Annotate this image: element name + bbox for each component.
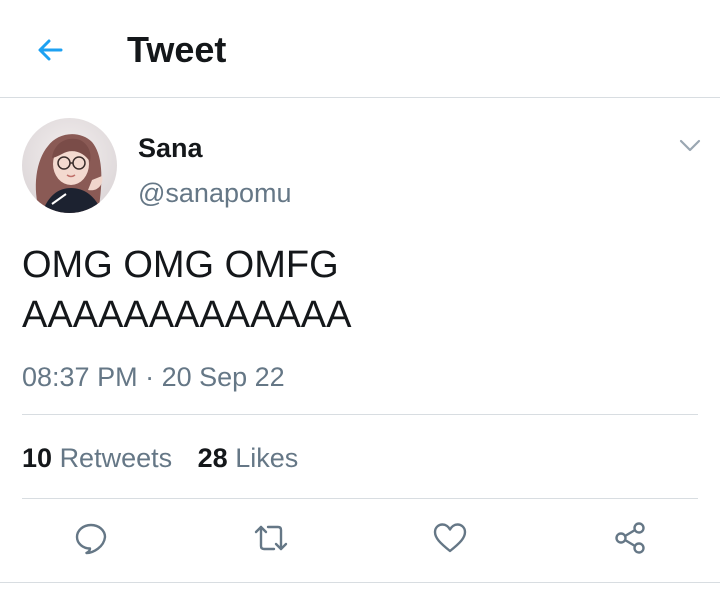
back-button[interactable] xyxy=(30,30,70,70)
tweet-text-line: OMG OMG OMFG xyxy=(22,244,339,286)
reply-button[interactable] xyxy=(71,518,111,558)
engagement-stats: 10 Retweets 28 Likes xyxy=(22,441,298,475)
divider xyxy=(0,582,720,583)
tweet-date: 20 Sep 22 xyxy=(161,362,285,392)
reply-icon xyxy=(75,523,107,555)
likes-label: Likes xyxy=(235,443,299,473)
share-icon xyxy=(615,522,645,554)
likes-count: 28 xyxy=(197,443,228,473)
likes-stat[interactable]: 28 Likes xyxy=(198,441,299,475)
avatar[interactable] xyxy=(22,118,117,213)
chevron-down-icon xyxy=(679,139,701,152)
tweet-text: OMG OMG OMFG AAAAAAAAAAAAA xyxy=(22,240,702,340)
divider xyxy=(22,414,698,415)
more-options-button[interactable] xyxy=(676,132,704,160)
author-handle[interactable]: @sanapomu xyxy=(138,176,292,210)
divider xyxy=(22,498,698,499)
top-app-bar: Tweet xyxy=(0,0,720,98)
page-title: Tweet xyxy=(127,29,227,70)
like-button[interactable] xyxy=(430,518,470,558)
retweets-label: Retweets xyxy=(59,443,173,473)
tweet-timestamp: 08:37 PM · 20 Sep 22 xyxy=(22,360,285,394)
retweet-button[interactable] xyxy=(251,518,291,558)
retweet-icon xyxy=(254,525,288,551)
like-icon xyxy=(433,523,467,553)
profile-photo xyxy=(22,118,117,213)
retweets-count: 10 xyxy=(22,443,53,473)
retweets-stat[interactable]: 10 Retweets xyxy=(22,441,172,475)
timestamp-separator: · xyxy=(137,362,162,392)
tweet-time: 08:37 PM xyxy=(22,362,138,392)
share-button[interactable] xyxy=(610,518,650,558)
author-name[interactable]: Sana xyxy=(138,131,203,165)
back-arrow-icon xyxy=(38,39,63,61)
tweet-text-line: AAAAAAAAAAAAA xyxy=(22,294,352,336)
